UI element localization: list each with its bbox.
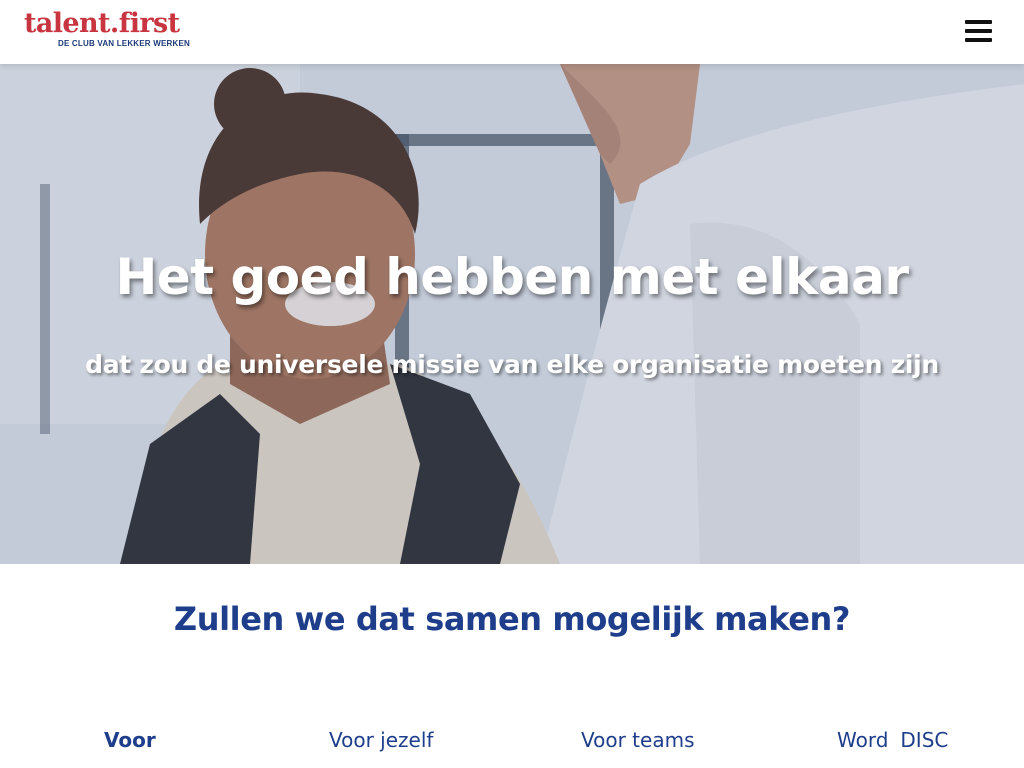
tab-voor-jezelf[interactable]: Voor jezelf: [329, 728, 433, 752]
tab-disc-label: DISC: [900, 728, 949, 752]
tab-word-label: Word: [837, 728, 889, 752]
audience-tabs: Voor Voor jezelf Voor teams Word DISC: [0, 728, 1024, 768]
tab-word-disc[interactable]: Word DISC: [837, 728, 948, 752]
logo-wordmark: talent.first: [24, 8, 180, 39]
site-header: talent.first DE CLUB VAN LEKKER WERKEN: [0, 0, 1024, 64]
hero-banner: Het goed hebben met elkaar dat zou de un…: [0, 64, 1024, 564]
menu-bar: [965, 20, 992, 24]
tab-voor-teams[interactable]: Voor teams: [581, 728, 695, 752]
menu-bar: [965, 29, 992, 33]
hero-overlay: [0, 64, 1024, 564]
logo-tagline: DE CLUB VAN LEKKER WERKEN: [58, 39, 190, 48]
talent-first-logo[interactable]: talent.first DE CLUB VAN LEKKER WERKEN: [24, 8, 200, 54]
hero-subtitle: dat zou de universele missie van elke or…: [85, 350, 939, 379]
hero-title: Het goed hebben met elkaar: [115, 248, 909, 306]
section-heading: Zullen we dat samen mogelijk maken?: [173, 600, 851, 638]
menu-bar: [965, 38, 992, 42]
hamburger-menu-icon[interactable]: [958, 16, 998, 48]
tab-voor[interactable]: Voor: [104, 728, 156, 752]
